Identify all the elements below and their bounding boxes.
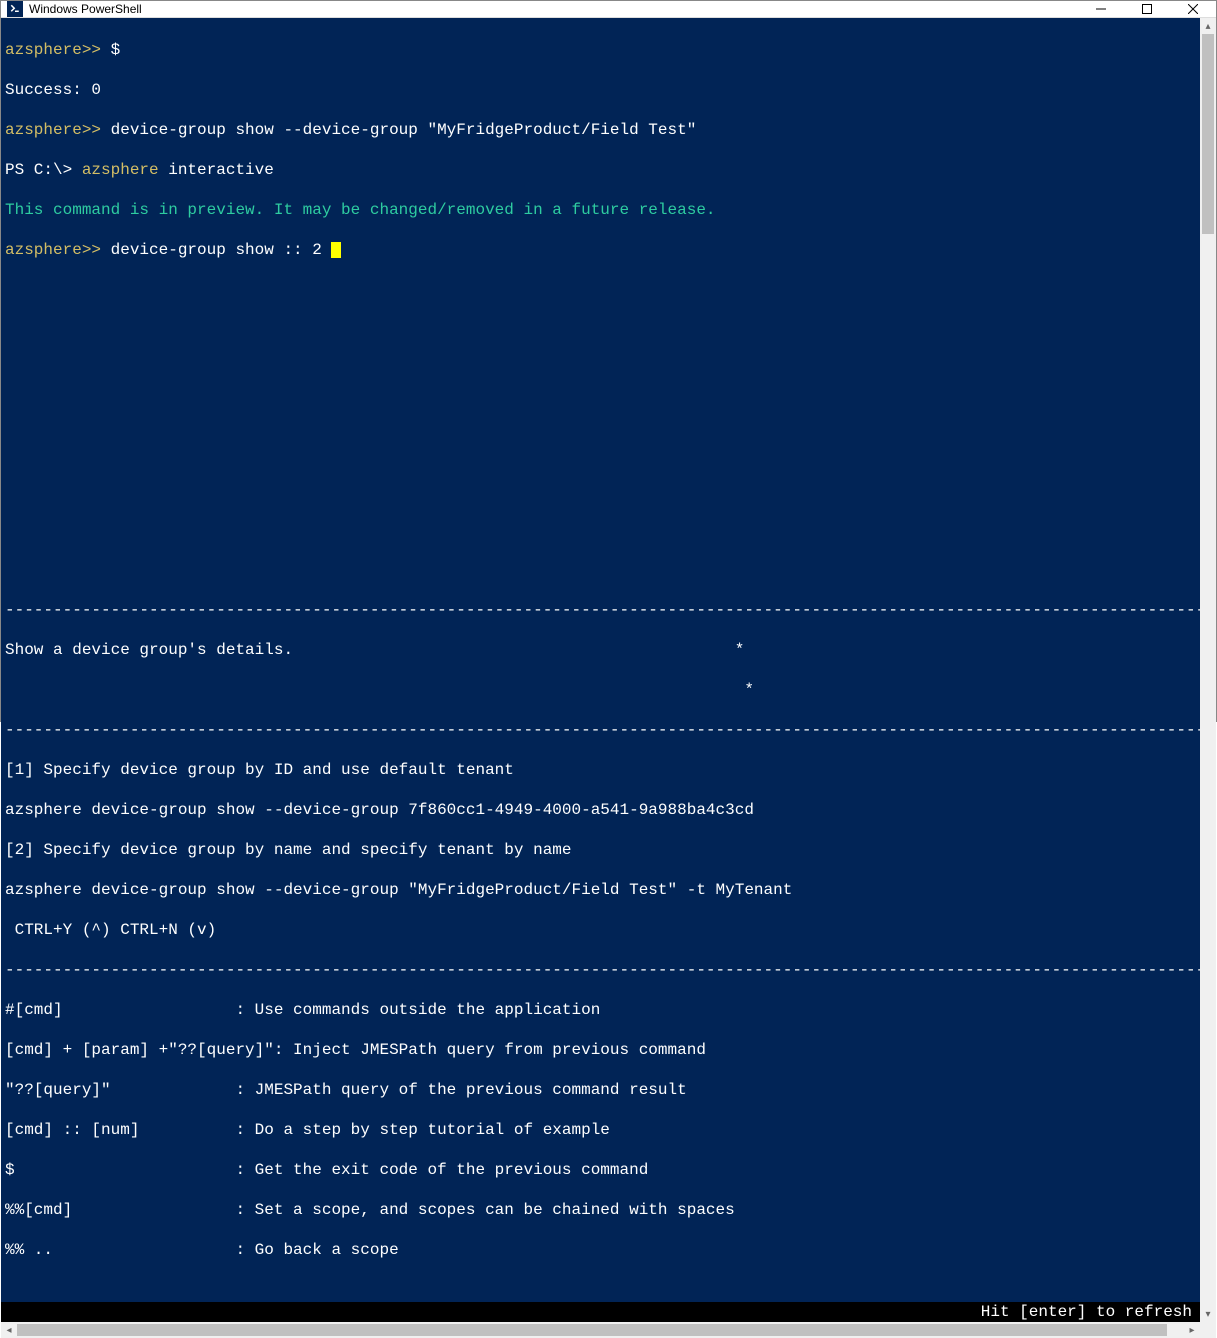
help-key: $	[5, 1161, 235, 1179]
help-val: : Go back a scope	[235, 1241, 398, 1259]
cmd-text: $	[101, 41, 120, 59]
window-title: Windows PowerShell	[29, 2, 1078, 16]
cmd-part: interactive	[159, 161, 274, 179]
help-val: : Do a step by step tutorial of example	[235, 1121, 609, 1139]
star-marker: *	[735, 641, 745, 659]
scroll-track[interactable]	[17, 1322, 1184, 1338]
close-button[interactable]	[1170, 1, 1216, 17]
prompt: azsphere>>	[5, 241, 101, 259]
help-val: : JMESPath query of the previous command…	[235, 1081, 686, 1099]
help-val: : Inject JMESPath query from previous co…	[274, 1041, 706, 1059]
divider: ----------------------------------------…	[5, 960, 1196, 980]
divider: ----------------------------------------…	[5, 720, 1196, 740]
scroll-thumb[interactable]	[17, 1324, 1167, 1336]
scroll-up-arrow[interactable]: ▴	[1200, 18, 1216, 34]
status-bar: Hit [enter] to refresh	[1, 1302, 1200, 1322]
nav-hint: CTRL+Y (^) CTRL+N (v)	[5, 920, 1196, 940]
cursor	[331, 242, 341, 258]
help-key: "??[query]"	[5, 1081, 235, 1099]
scroll-corner	[1200, 1322, 1216, 1338]
cmd-text: device-group show --device-group "MyFrid…	[101, 121, 696, 139]
help-key: [cmd] :: [num]	[5, 1121, 235, 1139]
example-header: [1] Specify device group by ID and use d…	[5, 760, 1196, 780]
example-cmd: azsphere device-group show --device-grou…	[5, 880, 1196, 900]
divider: ----------------------------------------…	[5, 600, 1196, 620]
horizontal-scrollbar[interactable]: ◂ ▸	[1, 1322, 1200, 1338]
prompt: azsphere>>	[5, 41, 101, 59]
minimize-button[interactable]	[1078, 1, 1124, 17]
ps-prompt: PS C:\>	[5, 161, 82, 179]
preview-warning: This command is in preview. It may be ch…	[5, 200, 1196, 220]
cmd-part: azsphere	[82, 161, 159, 179]
terminal-output[interactable]: azsphere>> $ Success: 0 azsphere>> devic…	[1, 18, 1200, 1322]
star-marker: *	[744, 681, 754, 699]
help-val: : Use commands outside the application	[235, 1001, 600, 1019]
titlebar[interactable]: Windows PowerShell	[1, 1, 1216, 18]
scroll-down-arrow[interactable]: ▾	[1200, 1306, 1216, 1322]
example-cmd: azsphere device-group show --device-grou…	[5, 800, 1196, 820]
scroll-track[interactable]	[1200, 34, 1216, 1306]
refresh-hint: Hit [enter] to refresh	[981, 1302, 1192, 1322]
vertical-scrollbar[interactable]: ▴ ▾	[1200, 18, 1216, 1322]
powershell-window: Windows PowerShell azsphere>> $ Success:…	[0, 0, 1217, 722]
cmd-text: device-group show :: 2	[101, 241, 331, 259]
help-key: [cmd] + [param] +"??[query]"	[5, 1041, 274, 1059]
maximize-button[interactable]	[1124, 1, 1170, 17]
help-key: %%[cmd]	[5, 1201, 235, 1219]
scroll-right-arrow[interactable]: ▸	[1184, 1322, 1200, 1338]
help-desc: Show a device group's details.	[5, 641, 293, 659]
help-val: : Get the exit code of the previous comm…	[235, 1161, 648, 1179]
example-header: [2] Specify device group by name and spe…	[5, 840, 1196, 860]
scroll-thumb[interactable]	[1202, 34, 1214, 234]
powershell-icon	[7, 1, 23, 17]
window-controls	[1078, 1, 1216, 17]
output-line: Success: 0	[5, 80, 1196, 100]
prompt: azsphere>>	[5, 121, 101, 139]
help-val: : Set a scope, and scopes can be chained…	[235, 1201, 734, 1219]
help-key: %% ..	[5, 1241, 235, 1259]
scroll-left-arrow[interactable]: ◂	[1, 1322, 17, 1338]
help-key: #[cmd]	[5, 1001, 235, 1019]
